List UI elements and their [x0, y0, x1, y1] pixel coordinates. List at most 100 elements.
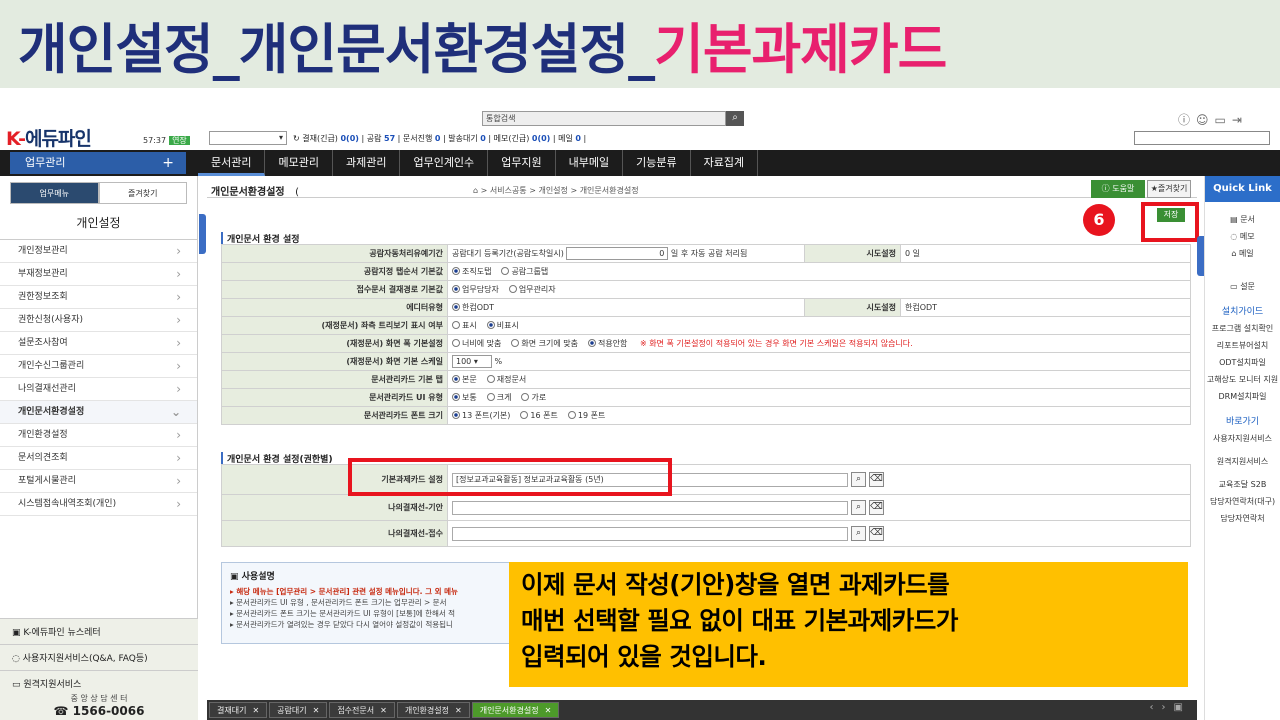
radio-manager[interactable]: 업무관리자	[508, 285, 556, 294]
quicklink-toggle-handle[interactable]	[1197, 236, 1204, 276]
radio-fit-screen[interactable]: 화면 크기에 맞춤	[511, 339, 578, 348]
tab-controls[interactable]: ‹›▣	[1150, 702, 1191, 713]
tab-doc-env[interactable]: 개인문서환경설정 ✕	[471, 702, 560, 718]
radio-ui-large[interactable]: 크게	[486, 393, 511, 402]
quick-doc[interactable]: ▤ 문서	[1205, 214, 1280, 225]
go-contact[interactable]: 담당자연락처	[1205, 513, 1280, 524]
quick-memo[interactable]: ◌ 메모	[1205, 231, 1280, 242]
counter-circulation[interactable]: 공람 57	[367, 134, 395, 143]
counter-memo[interactable]: 메모(긴급) 0(0)	[494, 134, 551, 143]
sidebar-item-access-log[interactable]: 시스템접속내역조회(개인)	[0, 493, 197, 516]
nav-doc-management[interactable]: 문서관리	[198, 150, 266, 176]
sidebar-item-absence[interactable]: 부재정보관리	[0, 263, 197, 286]
quick-survey[interactable]: ▭ 설문	[1205, 281, 1280, 292]
radio-ui-normal[interactable]: 보통	[452, 393, 477, 402]
sidebar-item-portal-post[interactable]: 포털게시물관리	[0, 470, 197, 493]
remote-support-link[interactable]: ▭ 원격지원서비스	[0, 671, 198, 690]
radio-font-13[interactable]: 13 폰트(기본)	[452, 411, 510, 420]
search-icon[interactable]: ⌕	[726, 111, 744, 126]
nav-handover[interactable]: 업무인계인수	[400, 150, 489, 176]
favorite-button[interactable]: ★즐겨찾기	[1147, 180, 1191, 198]
tab-approval-wait[interactable]: 결재대기 ✕	[209, 702, 268, 718]
radio-finance-tab[interactable]: 재정문서	[486, 375, 526, 384]
search-icon[interactable]: ⌕	[851, 526, 866, 541]
newsletter-link[interactable]: ▣ K-에듀파인 뉴스레터	[0, 619, 198, 645]
sidebar-item-doc-opinion[interactable]: 문서의견조회	[0, 447, 197, 470]
close-icon[interactable]: ✕	[455, 706, 462, 715]
go-s2b[interactable]: 교육조달 S2B	[1205, 479, 1280, 490]
user-icon[interactable]: ☺	[1196, 113, 1215, 127]
radio-body-tab[interactable]: 본문	[452, 375, 477, 384]
extend-session-button[interactable]: 연장	[169, 136, 190, 145]
nav-task-management[interactable]: 과제관리	[333, 150, 401, 176]
sidebar-item-permission-view[interactable]: 권한정보조회	[0, 286, 197, 309]
counter-mail[interactable]: 메일 0	[558, 134, 581, 143]
business-menu-button[interactable]: 업무관리 +	[10, 152, 186, 174]
help-icon[interactable]: ⓘ	[1178, 113, 1196, 127]
install-hidpi[interactable]: 고해상도 모니터 지원	[1205, 374, 1280, 385]
approval-line-receive-field[interactable]	[452, 526, 848, 541]
search-input[interactable]: 통합검색	[482, 111, 726, 126]
install-odt[interactable]: ODT설치파일	[1205, 357, 1280, 368]
nav-data-aggregation[interactable]: 자료집계	[691, 150, 759, 176]
radio-font-16[interactable]: 16 폰트	[520, 411, 558, 420]
sidebar-item-survey[interactable]: 설문조사참여	[0, 332, 197, 355]
close-icon[interactable]: ✕	[313, 706, 320, 715]
nav-internal-mail[interactable]: 내부메일	[556, 150, 624, 176]
sidebar-item-personal-env[interactable]: 개인환경설정	[0, 424, 197, 447]
scale-select[interactable]: 100 ▾	[452, 355, 492, 368]
radio-fit-width[interactable]: 너비에 맞춤	[452, 339, 501, 348]
radio-tree-hide[interactable]: 비표시	[486, 321, 519, 330]
tab-business-menu[interactable]: 업무메뉴	[10, 182, 99, 204]
monitor-icon[interactable]: ▭	[1215, 113, 1232, 127]
close-icon[interactable]: ✕	[380, 706, 387, 715]
nav-memo-management[interactable]: 메모관리	[265, 150, 333, 176]
user-support-link[interactable]: ◌ 사용자지원서비스(Q&A, FAQ등)	[0, 645, 198, 671]
sidebar-item-approval-line[interactable]: 나의결재선관리	[0, 378, 197, 401]
install-report-viewer[interactable]: 리포트뷰어설치	[1205, 340, 1280, 351]
nav-function-class[interactable]: 기능분류	[623, 150, 691, 176]
counter-send[interactable]: 발송대기 0	[448, 134, 486, 143]
radio-font-19[interactable]: 19 폰트	[567, 411, 605, 420]
logout-icon[interactable]: ⇥	[1232, 113, 1248, 127]
eraser-icon[interactable]: ⌫	[869, 526, 884, 541]
help-button[interactable]: ⓘ 도움말	[1091, 180, 1145, 198]
tab-pre-receive[interactable]: 접수전문서 ✕	[329, 702, 395, 718]
plus-icon: +	[162, 155, 174, 171]
radio-no-fit[interactable]: 적용안함	[587, 339, 627, 348]
go-remote-support[interactable]: 원격지원서비스	[1205, 456, 1280, 467]
sidebar-item-permission-request[interactable]: 권한신청(사용자)	[0, 309, 197, 332]
quick-mail[interactable]: ⌂ 메일	[1205, 248, 1280, 259]
radio-org-tab[interactable]: 조직도탭	[452, 267, 491, 276]
close-icon[interactable]: ✕	[252, 706, 259, 715]
dept-select[interactable]: ▾	[209, 131, 287, 145]
counter-progress[interactable]: 문서진행 0	[403, 134, 441, 143]
radio-group-tab[interactable]: 공람그룹탭	[501, 267, 548, 276]
radio-editor-odt[interactable]: 한컴ODT	[452, 303, 494, 312]
close-icon[interactable]: ✕	[545, 706, 552, 715]
install-program-check[interactable]: 프로그램 설치확인	[1205, 323, 1280, 334]
radio-ui-wide[interactable]: 가로	[521, 393, 546, 402]
search-icon[interactable]: ⌕	[851, 472, 866, 487]
logo[interactable]: K-에듀파인	[6, 124, 92, 151]
radio-tree-show[interactable]: 표시	[452, 321, 477, 330]
sidebar-toggle-handle[interactable]	[199, 214, 206, 254]
go-contact-daegu[interactable]: 담당자연락처(대구)	[1205, 496, 1280, 507]
counter-approval[interactable]: 결재(긴급) 0(0)	[302, 134, 359, 143]
install-drm[interactable]: DRM설치파일	[1205, 391, 1280, 402]
quick-input[interactable]	[1134, 131, 1270, 145]
go-user-support[interactable]: 사용자지원서비스	[1205, 433, 1280, 444]
radio-worker[interactable]: 업무담당자	[452, 285, 499, 294]
tab-personal-env[interactable]: 개인환경설정 ✕	[396, 702, 470, 718]
tab-favorites[interactable]: 즐겨찾기	[98, 182, 187, 204]
approval-line-draft-field[interactable]	[452, 500, 848, 515]
circulation-days-input[interactable]: 0	[566, 247, 669, 260]
sidebar-item-receive-group[interactable]: 개인수신그룹관리	[0, 355, 197, 378]
tab-circulation-wait[interactable]: 공람대기 ✕	[269, 702, 328, 718]
nav-work-support[interactable]: 업무지원	[488, 150, 556, 176]
sidebar-item-doc-env[interactable]: 개인문서환경설정	[0, 401, 197, 424]
search-icon[interactable]: ⌕	[851, 500, 866, 515]
eraser-icon[interactable]: ⌫	[869, 500, 884, 515]
eraser-icon[interactable]: ⌫	[869, 472, 884, 487]
sidebar-item-personal-info[interactable]: 개인정보관리	[0, 240, 197, 263]
